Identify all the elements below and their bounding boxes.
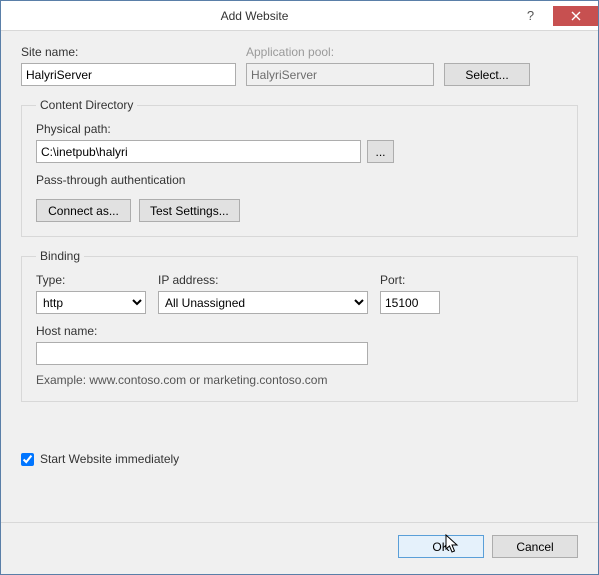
- help-button[interactable]: ?: [508, 2, 553, 30]
- titlebar: Add Website ?: [1, 1, 598, 31]
- connect-as-button[interactable]: Connect as...: [36, 199, 131, 222]
- add-website-dialog: Add Website ? Site name: Application poo…: [0, 0, 599, 575]
- close-icon: [571, 11, 581, 21]
- type-select[interactable]: http: [36, 291, 146, 314]
- select-app-pool-button[interactable]: Select...: [444, 63, 530, 86]
- content-directory-legend: Content Directory: [36, 98, 137, 112]
- dialog-body: Site name: Application pool: Select... C…: [1, 31, 598, 522]
- ok-button[interactable]: OK: [398, 535, 484, 558]
- binding-legend: Binding: [36, 249, 84, 263]
- start-immediately-row[interactable]: Start Website immediately: [21, 452, 578, 466]
- app-pool-input: [246, 63, 434, 86]
- passthrough-label: Pass-through authentication: [36, 173, 563, 187]
- close-button[interactable]: [553, 6, 598, 26]
- content-directory-group: Content Directory Physical path: ... Pas…: [21, 98, 578, 237]
- physical-path-label: Physical path:: [36, 122, 563, 136]
- port-label: Port:: [380, 273, 440, 287]
- site-name-input[interactable]: [21, 63, 236, 86]
- binding-group: Binding Type: http IP address: All Unass…: [21, 249, 578, 402]
- ip-label: IP address:: [158, 273, 368, 287]
- ip-select[interactable]: All Unassigned: [158, 291, 368, 314]
- window-title: Add Website: [1, 9, 508, 23]
- cancel-button[interactable]: Cancel: [492, 535, 578, 558]
- host-example: Example: www.contoso.com or marketing.co…: [36, 373, 563, 387]
- app-pool-label: Application pool:: [246, 45, 434, 59]
- host-input[interactable]: [36, 342, 368, 365]
- physical-path-input[interactable]: [36, 140, 361, 163]
- start-immediately-checkbox[interactable]: [21, 453, 34, 466]
- type-label: Type:: [36, 273, 146, 287]
- port-input[interactable]: [380, 291, 440, 314]
- test-settings-button[interactable]: Test Settings...: [139, 199, 240, 222]
- start-immediately-label: Start Website immediately: [40, 452, 179, 466]
- dialog-footer: OK Cancel: [1, 522, 598, 574]
- site-name-label: Site name:: [21, 45, 236, 59]
- host-label: Host name:: [36, 324, 563, 338]
- browse-path-button[interactable]: ...: [367, 140, 394, 163]
